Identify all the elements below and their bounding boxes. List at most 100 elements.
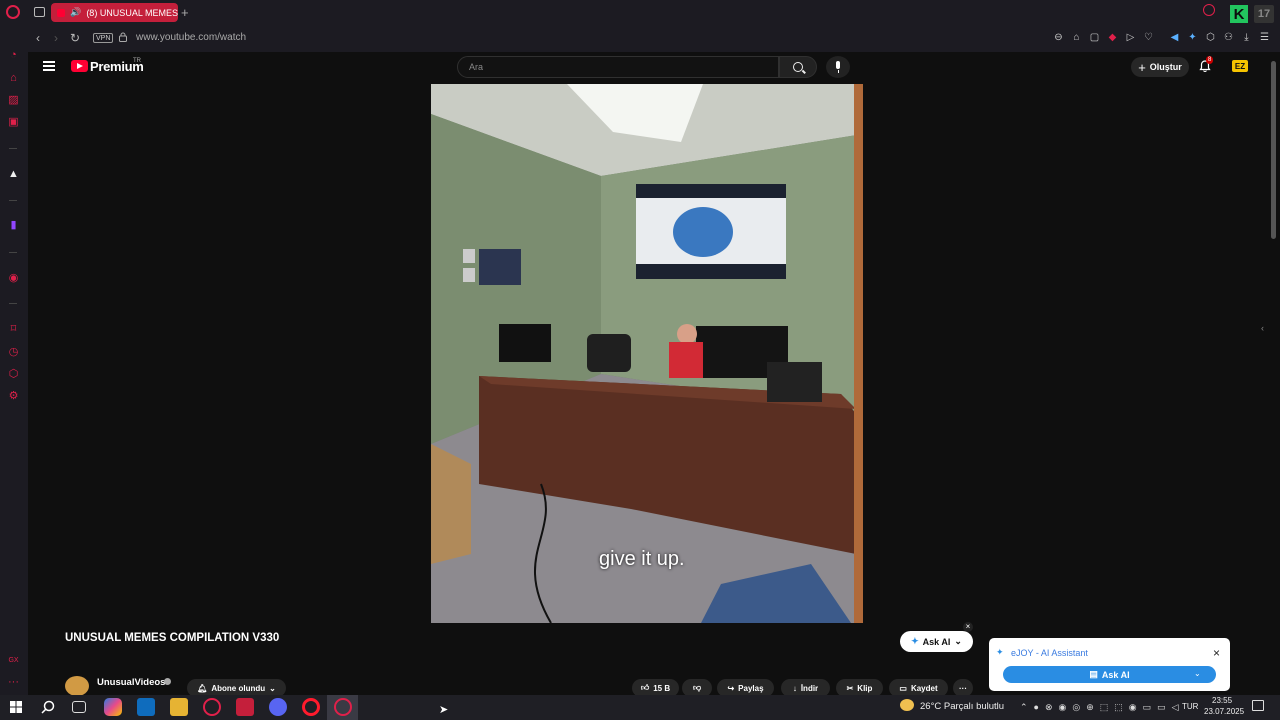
forward-button[interactable]: › — [54, 31, 58, 45]
new-tab-button[interactable]: + — [181, 5, 189, 20]
copilot-icon[interactable] — [104, 698, 122, 716]
sidebar-divider — [9, 252, 17, 253]
region-code: TR — [133, 58, 141, 64]
opera-icon[interactable] — [302, 698, 320, 716]
sidebar-shopping-icon[interactable]: ⌂ — [7, 72, 20, 85]
create-label: Oluştur — [1149, 62, 1182, 72]
extension-b-icon[interactable]: ✦ — [1187, 32, 1198, 43]
discord-icon[interactable] — [269, 698, 287, 716]
tab-search-icon[interactable] — [1203, 4, 1215, 16]
search-icon[interactable] — [41, 700, 55, 714]
channel-name[interactable]: UnusualVideos — [97, 677, 165, 688]
opera-gx-icon[interactable] — [203, 698, 221, 716]
sidebar-gx-icon[interactable]: GX — [7, 654, 20, 667]
clip-label: Klip — [857, 683, 873, 693]
extension-a-icon[interactable]: ◀ — [1169, 32, 1180, 43]
download-label: İndir — [800, 683, 819, 693]
k-extension-icon[interactable]: K — [1230, 5, 1248, 23]
play-icon[interactable]: ▷ — [1125, 32, 1136, 43]
save-label: Kaydet — [910, 683, 938, 693]
file-explorer-icon[interactable] — [170, 698, 188, 716]
sidebar-aria-icon[interactable]: ◔ — [7, 49, 20, 62]
input-language[interactable]: TUR — [1182, 702, 1198, 711]
sidebar-extensions-icon[interactable]: ⬡ — [7, 368, 20, 381]
sparkle-icon: ✦ — [911, 636, 919, 646]
ask-ai-button[interactable]: ✦ Ask AI ⌄ — [900, 631, 973, 652]
video-editor-icon[interactable] — [236, 698, 254, 716]
downloads-icon[interactable]: ⤓ — [1241, 32, 1252, 43]
easy-setup-icon[interactable]: ☰ — [1259, 32, 1270, 43]
windows-start-icon[interactable] — [10, 701, 22, 713]
sidebar-divider — [9, 200, 17, 201]
search-button[interactable] — [779, 56, 817, 78]
clock-date[interactable]: 23.07.2025 — [1204, 707, 1244, 716]
ask-ai-close-icon[interactable]: × — [963, 622, 973, 632]
scissors-icon: ✂ — [846, 683, 854, 693]
scrollbar-thumb[interactable] — [1271, 61, 1276, 239]
chevron-down-icon: ⌄ — [954, 636, 962, 646]
pin-icon[interactable]: ⌂ — [1071, 32, 1082, 43]
youtube-logo-icon[interactable] — [71, 60, 88, 72]
ejoy-button-label: Ask AI — [1101, 669, 1130, 680]
outlook-icon[interactable] — [137, 698, 155, 716]
thumbs-down-icon: 👎︎ — [692, 683, 702, 692]
sidebar-player-icon[interactable]: ◉ — [7, 272, 20, 285]
sidebar-more-icon[interactable]: ··· — [7, 676, 20, 689]
ejoy-close-icon[interactable]: × — [1213, 646, 1220, 660]
chat-icon: ▤ — [1089, 669, 1098, 679]
lock-icon[interactable] — [119, 32, 127, 42]
notification-center-icon[interactable] — [1252, 700, 1264, 711]
back-button[interactable]: ‹ — [36, 31, 40, 45]
sidebar-divider — [9, 148, 17, 149]
bell-icon: 🔔︎ — [197, 683, 208, 693]
save-icon: ▭ — [899, 683, 907, 693]
sidebar-app-icon[interactable]: ▲ — [7, 168, 20, 181]
reload-button[interactable]: ↻ — [70, 31, 80, 45]
url-field[interactable]: www.youtube.com/watch — [136, 32, 246, 43]
chevron-down-icon: ⌄ — [269, 683, 276, 693]
account-icon[interactable]: ⚇ — [1223, 32, 1234, 43]
active-tab[interactable]: 🔊 (8) UNUSUAL MEMES — [51, 3, 178, 22]
workspaces-icon[interactable] — [34, 7, 45, 17]
clock-time[interactable]: 23:55 — [1212, 696, 1232, 705]
ejoy-chevron-down-icon[interactable]: ⌄ — [1194, 669, 1201, 678]
sidebar-history-icon[interactable]: ◷ — [7, 346, 20, 359]
sidebar-pinboard-icon[interactable]: ⌑ — [7, 323, 20, 336]
heart-icon[interactable]: ♡ — [1143, 32, 1154, 43]
extension-17-icon[interactable]: 17 — [1254, 5, 1274, 23]
task-view-icon[interactable] — [72, 701, 86, 713]
ejoy-ai-panel — [989, 638, 1230, 691]
extensions-icon[interactable]: ⬡ — [1205, 32, 1216, 43]
sidebar-twitch-icon[interactable]: ▮ — [7, 219, 20, 232]
ask-ai-label: Ask AI — [922, 636, 951, 647]
speaker-icon[interactable]: 🔊 — [70, 7, 81, 18]
hamburger-menu-icon[interactable] — [43, 61, 55, 71]
sidebar-settings-icon[interactable]: ⚙ — [7, 390, 20, 403]
opera-gx-active-icon[interactable] — [334, 698, 352, 716]
youtube-favicon-icon — [57, 8, 66, 17]
opera-logo-icon[interactable] — [6, 5, 20, 19]
search-placeholder: Ara — [469, 62, 484, 72]
share-icon: ↪ — [727, 683, 735, 693]
zoom-icon[interactable]: ⊖ — [1053, 32, 1064, 43]
weather-text[interactable]: 26°C Parçalı bulutlu — [920, 701, 1004, 712]
sidebar-messenger-icon[interactable]: ▨ — [7, 94, 20, 107]
voice-search-mic-icon[interactable] — [826, 56, 850, 78]
pocket-icon[interactable]: ◆ — [1107, 32, 1118, 43]
video-frame-office — [431, 84, 863, 623]
video-player[interactable] — [431, 84, 863, 623]
ejoy-sparkle-icon: ✦ — [996, 647, 1004, 657]
channel-avatar[interactable] — [65, 676, 89, 696]
vpn-badge[interactable]: VPN — [93, 33, 114, 43]
side-panel-chevron-icon[interactable]: ‹ — [1261, 323, 1264, 333]
user-avatar[interactable]: EZ — [1232, 60, 1248, 72]
video-title: UNUSUAL MEMES COMPILATION V330 — [65, 632, 280, 644]
plus-icon: + — [1138, 59, 1146, 75]
system-tray-icons[interactable]: ⌃●⊗◉◎⊕⬚⬚◉▭▭◁ — [1020, 702, 1185, 713]
snapshot-icon[interactable]: ▢ — [1089, 32, 1100, 43]
sidebar-mail-icon[interactable]: ▣ — [7, 116, 20, 129]
ejoy-ask-ai-button[interactable]: ▤ Ask AI — [1003, 666, 1216, 683]
weather-cloud-icon[interactable] — [900, 699, 914, 711]
search-input[interactable]: Ara — [457, 56, 779, 78]
create-button[interactable]: + Oluştur — [1131, 57, 1189, 77]
